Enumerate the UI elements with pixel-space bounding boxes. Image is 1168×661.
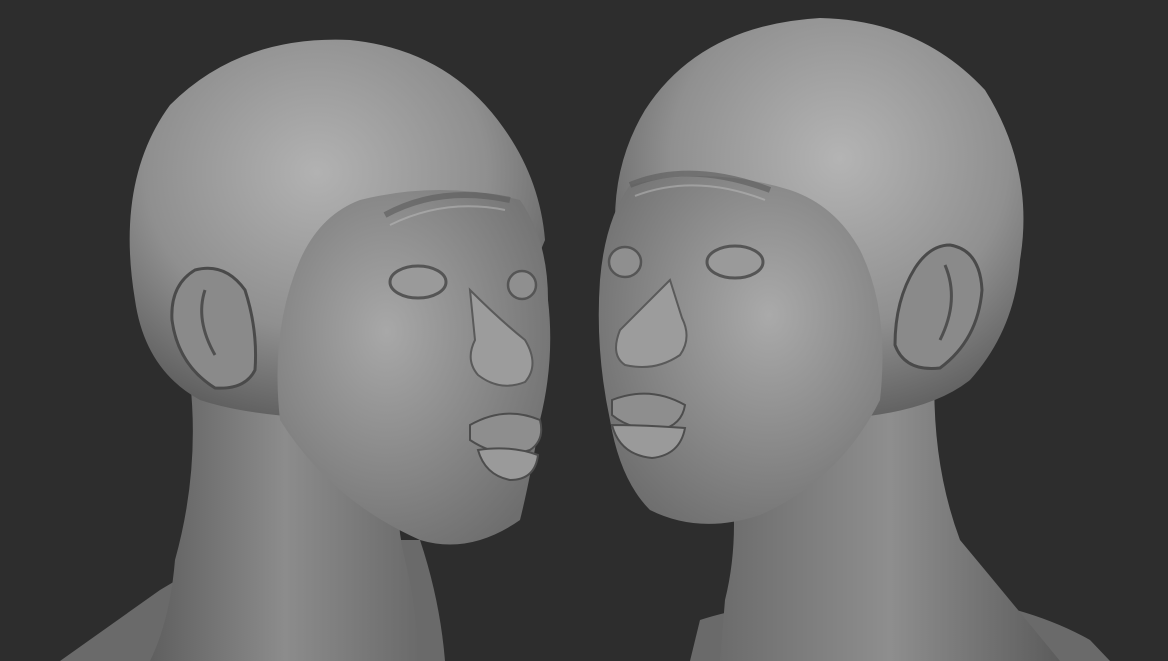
right-eye [705,244,765,280]
sculpt-render [0,0,1168,661]
render-viewport [0,0,1168,661]
left-eye [388,264,448,300]
